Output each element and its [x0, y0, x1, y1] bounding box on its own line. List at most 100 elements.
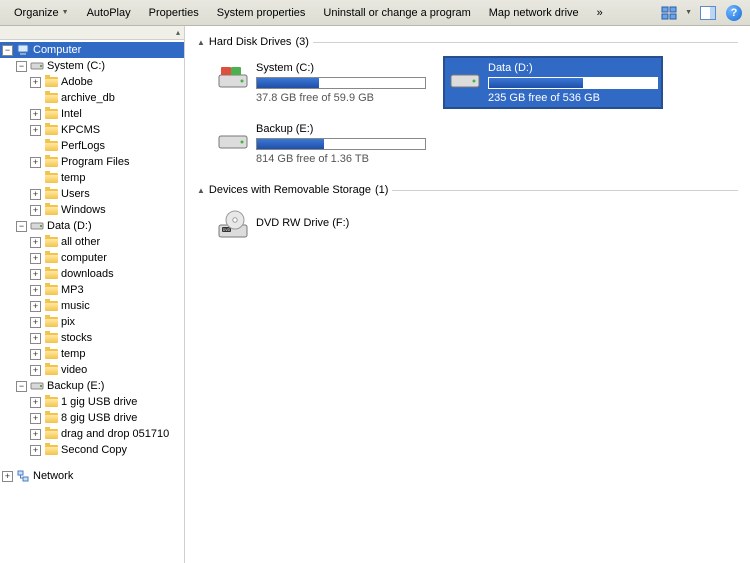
tree-node-folder[interactable]: +Users — [0, 186, 184, 202]
expand-icon[interactable]: + — [30, 189, 41, 200]
expand-icon[interactable]: + — [30, 157, 41, 168]
tree-label: Computer — [33, 44, 81, 56]
folder-icon — [44, 395, 58, 409]
tree-node-folder[interactable]: +music — [0, 298, 184, 314]
expand-icon[interactable]: + — [30, 253, 41, 264]
tree-node-backup-e[interactable]: − Backup (E:) — [0, 378, 184, 394]
toolbar: Organize▼ AutoPlay Properties System pro… — [0, 0, 750, 26]
uninstall-button[interactable]: Uninstall or change a program — [315, 4, 478, 22]
tree-node-folder[interactable]: +all other — [0, 234, 184, 250]
tree-node-network[interactable]: + Network — [0, 468, 184, 484]
expand-icon[interactable]: + — [30, 285, 41, 296]
expand-icon[interactable]: + — [30, 109, 41, 120]
tree-node-folder[interactable]: + MP3 — [0, 282, 184, 298]
toolbar-overflow[interactable]: » — [589, 4, 611, 22]
tree-label: MP3 — [61, 284, 84, 296]
expand-icon[interactable]: + — [30, 205, 41, 216]
tree-label: Data (D:) — [47, 220, 92, 232]
drive-name: Data (D:) — [488, 62, 658, 74]
tree-node-folder[interactable]: + Intel — [0, 106, 184, 122]
tree-node-folder[interactable]: +8 gig USB drive — [0, 410, 184, 426]
content-pane[interactable]: ▲ Hard Disk Drives (3) System (C:) 37.8 … — [185, 26, 750, 563]
expand-icon[interactable]: + — [30, 333, 41, 344]
folder-icon — [44, 427, 58, 441]
tree-node-folder[interactable]: +KPCMS — [0, 122, 184, 138]
drive-tile-system-c[interactable]: System (C:) 37.8 GB free of 59.9 GB — [211, 56, 431, 109]
tree-node-folder[interactable]: +downloads — [0, 266, 184, 282]
drive-free-text: 235 GB free of 536 GB — [488, 92, 658, 104]
drive-icon — [30, 59, 44, 73]
group-header-removable[interactable]: ▲ Devices with Removable Storage (1) — [197, 184, 738, 196]
tree-node-folder[interactable]: +1 gig USB drive — [0, 394, 184, 410]
group-label: Devices with Removable Storage — [209, 184, 371, 196]
expand-icon[interactable]: + — [30, 269, 41, 280]
expand-icon[interactable]: + — [30, 365, 41, 376]
expand-icon[interactable]: + — [30, 397, 41, 408]
preview-pane-button[interactable] — [698, 3, 718, 23]
capacity-bar — [256, 77, 426, 89]
tree-node-folder[interactable]: +stocks — [0, 330, 184, 346]
computer-icon — [16, 43, 30, 57]
expand-icon[interactable]: + — [30, 301, 41, 312]
tree-node-folder[interactable]: +Program Files — [0, 154, 184, 170]
tree-node-data-d[interactable]: − Data (D:) — [0, 218, 184, 234]
map-network-drive-button[interactable]: Map network drive — [481, 4, 587, 22]
tree-label: Backup (E:) — [47, 380, 104, 392]
tree-node-folder[interactable]: +computer — [0, 250, 184, 266]
group-header-hdd[interactable]: ▲ Hard Disk Drives (3) — [197, 36, 738, 48]
tree-node-computer[interactable]: − Computer — [0, 42, 184, 58]
change-view-button[interactable] — [659, 3, 679, 23]
collapse-icon[interactable]: − — [16, 381, 27, 392]
tree-node-folder[interactable]: +Windows — [0, 202, 184, 218]
tree-node-system-c[interactable]: − System (C:) — [0, 58, 184, 74]
expand-icon[interactable]: + — [30, 77, 41, 88]
tree-label: Intel — [61, 108, 82, 120]
hard-drive-icon — [216, 122, 250, 156]
folder-icon — [44, 155, 58, 169]
organize-menu[interactable]: Organize▼ — [6, 4, 77, 22]
tree-node-folder[interactable]: archive_db — [0, 90, 184, 106]
folder-icon — [44, 139, 58, 153]
drive-tile-backup-e[interactable]: Backup (E:) 814 GB free of 1.36 TB — [211, 117, 431, 170]
collapse-icon[interactable]: − — [16, 221, 27, 232]
tree-node-folder[interactable]: +drag and drop 051710 — [0, 426, 184, 442]
tree-node-folder[interactable]: temp — [0, 170, 184, 186]
tree-node-folder[interactable]: +Adobe — [0, 74, 184, 90]
expand-icon[interactable]: + — [30, 317, 41, 328]
system-properties-button[interactable]: System properties — [209, 4, 314, 22]
expand-icon[interactable]: + — [30, 237, 41, 248]
expand-icon[interactable]: + — [30, 445, 41, 456]
folder-icon — [44, 91, 58, 105]
collapse-icon[interactable]: − — [16, 61, 27, 72]
scroll-up-button[interactable]: ▴ — [0, 26, 184, 40]
drive-free-text: 37.8 GB free of 59.9 GB — [256, 92, 426, 104]
collapse-caret-icon: ▲ — [197, 186, 205, 195]
tree-node-folder[interactable]: +Second Copy — [0, 442, 184, 458]
svg-text:DVD: DVD — [223, 228, 231, 232]
properties-button[interactable]: Properties — [141, 4, 207, 22]
expand-icon[interactable]: + — [30, 349, 41, 360]
help-button[interactable]: ? — [724, 3, 744, 23]
folder-icon — [44, 203, 58, 217]
navigation-pane[interactable]: ▴ − Computer − System (C:) +Adobe archiv… — [0, 26, 185, 563]
tree-label: Network — [33, 470, 73, 482]
expand-icon[interactable]: + — [30, 413, 41, 424]
expand-icon[interactable]: + — [2, 471, 13, 482]
folder-icon — [44, 283, 58, 297]
tree-node-folder[interactable]: + pix — [0, 314, 184, 330]
tree-label: pix — [61, 316, 75, 328]
tree-label: 1 gig USB drive — [61, 396, 137, 408]
drive-name: Backup (E:) — [256, 123, 426, 135]
collapse-icon[interactable]: − — [2, 45, 13, 56]
autoplay-button[interactable]: AutoPlay — [79, 4, 139, 22]
tree-node-folder[interactable]: +temp — [0, 346, 184, 362]
drive-tile-dvd-f[interactable]: DVD DVD RW Drive (F:) — [211, 204, 431, 248]
drive-tile-data-d[interactable]: Data (D:) 235 GB free of 536 GB — [443, 56, 663, 109]
expand-icon[interactable]: + — [30, 125, 41, 136]
hard-drive-icon — [448, 61, 482, 95]
expand-icon[interactable]: + — [30, 429, 41, 440]
tree-label: 8 gig USB drive — [61, 412, 137, 424]
dropdown-arrow-icon[interactable]: ▼ — [685, 9, 692, 16]
tree-node-folder[interactable]: +video — [0, 362, 184, 378]
tree-node-folder[interactable]: PerfLogs — [0, 138, 184, 154]
